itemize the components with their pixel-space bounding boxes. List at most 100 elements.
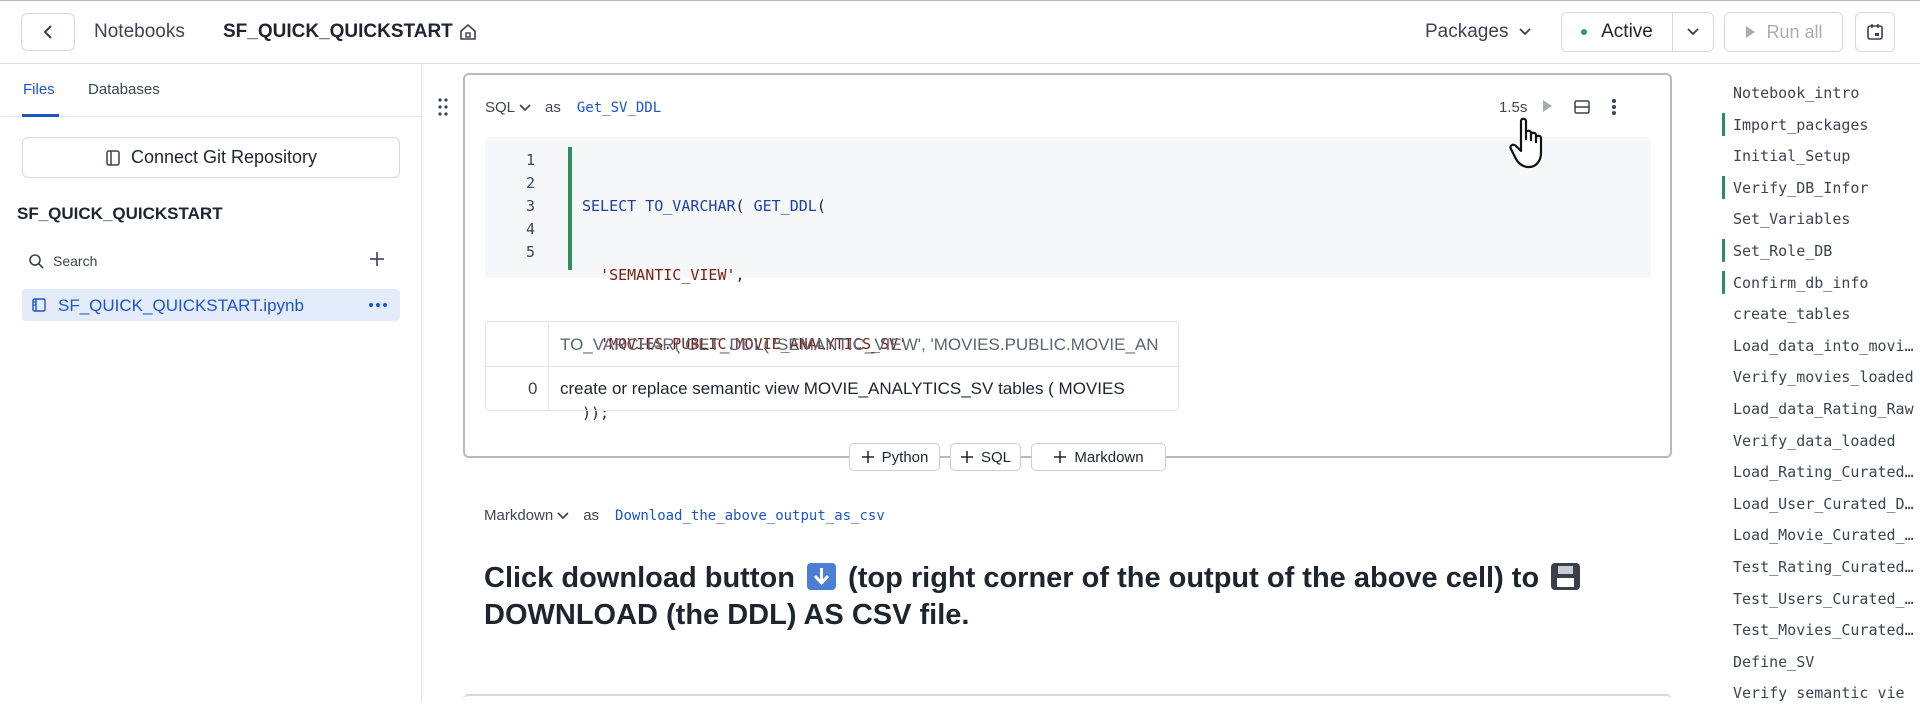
play-icon — [1543, 100, 1552, 112]
result-column-header[interactable]: TO_VARCHAR( GET_DDL( 'SEMANTIC_VIEW', 'M… — [560, 335, 1159, 355]
sql-cell[interactable]: SQL as Get_SV_DDL 1.5s 1 2 3 4 5 SELECT … — [463, 73, 1672, 458]
result-table: TO_VARCHAR( GET_DDL( 'SEMANTIC_VIEW', 'M… — [485, 321, 1179, 411]
packages-dropdown[interactable]: Packages — [1425, 21, 1532, 43]
code-punctuation: , — [735, 266, 745, 284]
outline-item[interactable]: Set_Variables — [1733, 210, 1920, 228]
schedule-button[interactable] — [1855, 12, 1895, 52]
connect-git-label: Connect Git Repository — [130, 147, 318, 167]
add-sql-cell-button[interactable]: SQL — [950, 443, 1021, 471]
plus-icon — [1054, 451, 1067, 463]
add-cell-row: Python SQL Markdown — [463, 443, 1672, 471]
code-editor[interactable]: 1 2 3 4 5 SELECT TO_VARCHAR( GET_DDL( 'S… — [485, 137, 1651, 422]
add-file-button[interactable] — [368, 250, 386, 273]
outline-item[interactable]: Verify_movies_loaded — [1733, 368, 1920, 386]
next-cell-border — [463, 694, 1672, 704]
outline-item[interactable]: Notebook_intro — [1733, 84, 1920, 102]
more-vertical-icon[interactable] — [1610, 98, 1618, 121]
session-status-control[interactable]: Active — [1561, 12, 1714, 52]
markdown-text-part3: DOWNLOAD (the DDL) AS CSV file. — [484, 599, 970, 631]
status-dot-icon — [1581, 29, 1588, 35]
function-get-ddl: GET_DDL — [753, 197, 817, 215]
chevron-down-icon — [1687, 28, 1699, 36]
tab-databases[interactable]: Databases — [88, 81, 160, 98]
active-tab-indicator — [22, 114, 59, 117]
plus-icon — [370, 252, 384, 266]
code-line-2: 'SEMANTIC_VIEW', — [582, 264, 907, 287]
outline-item[interactable]: Test_Users_Curated_… — [1733, 590, 1920, 608]
run-cell-button[interactable] — [1540, 98, 1554, 119]
outline-item[interactable]: Initial_Setup — [1733, 147, 1920, 165]
notebook-main: SQL as Get_SV_DDL 1.5s 1 2 3 4 5 SELECT … — [422, 64, 1682, 701]
project-name: SF_QUICK_QUICKSTART — [17, 204, 223, 223]
outline-item[interactable]: Set_Role_DB — [1733, 242, 1920, 260]
add-python-label: Python — [881, 448, 929, 466]
markdown-language-dropdown[interactable]: Markdown — [484, 507, 569, 524]
add-markdown-cell-button[interactable]: Markdown — [1031, 443, 1166, 471]
hand-cursor-icon — [1509, 117, 1551, 176]
cell-language-dropdown[interactable]: SQL — [485, 99, 531, 116]
breadcrumb-notebooks[interactable]: Notebooks — [94, 21, 185, 43]
outline-item[interactable]: Load_User_Curated_D… — [1733, 495, 1920, 513]
sidebar: Files Databases Connect Git Repository S… — [0, 64, 422, 701]
markdown-rendered-text[interactable]: Click download button (top right corner … — [484, 560, 1634, 634]
outline-item[interactable]: Test_Movies_Curated… — [1733, 621, 1920, 639]
outline-item[interactable]: Test_Rating_Curated… — [1733, 558, 1920, 576]
cell-language: SQL — [485, 99, 516, 116]
session-status-dropdown[interactable] — [1673, 27, 1713, 37]
session-status-button[interactable]: Active — [1562, 13, 1673, 51]
chevron-down-icon — [519, 103, 531, 111]
cell-header: SQL as Get_SV_DDL — [485, 99, 661, 116]
add-markdown-label: Markdown — [1074, 448, 1144, 466]
search-icon — [29, 254, 44, 269]
markdown-text-part1: Click download button — [484, 562, 795, 594]
function-to-varchar: TO_VARCHAR — [645, 197, 736, 215]
back-button[interactable] — [21, 13, 75, 51]
home-icon[interactable] — [459, 23, 477, 46]
download-arrow-icon — [806, 563, 836, 590]
markdown-cell-name[interactable]: Download_the_above_output_as_csv — [615, 508, 885, 524]
markdown-text-part2: (top right corner of the output of the a… — [848, 562, 1540, 594]
add-python-cell-button[interactable]: Python — [849, 443, 940, 471]
line-number: 4 — [525, 220, 535, 238]
markdown-cell-language: Markdown — [484, 507, 554, 524]
more-horizontal-icon[interactable] — [367, 296, 389, 319]
notebook-file-icon — [31, 297, 47, 318]
outline-item[interactable]: Load_data_Rating_Raw — [1733, 400, 1920, 418]
outline-item[interactable]: Import_packages — [1733, 116, 1920, 134]
outline-active-marker — [1722, 112, 1725, 136]
chevron-down-icon — [1519, 28, 1532, 36]
markdown-as-label: as — [583, 507, 600, 524]
line-number: 5 — [525, 243, 535, 261]
file-name: SF_QUICK_QUICKSTART.ipynb — [58, 296, 304, 315]
search-placeholder: Search — [53, 253, 98, 269]
floppy-disk-icon — [1551, 563, 1581, 590]
outline-item[interactable]: Verify_semantic_vie — [1733, 684, 1920, 701]
outline-item[interactable]: Load_Rating_Curated… — [1733, 463, 1920, 481]
plus-icon — [861, 451, 874, 463]
session-status-label: Active — [1601, 21, 1653, 42]
connect-git-button[interactable]: Connect Git Repository — [22, 137, 400, 178]
outline-item[interactable]: Define_SV — [1733, 653, 1920, 671]
cell-outline: Notebook_intro Import_packages Initial_Set… — [1682, 64, 1920, 701]
outline-item[interactable]: Confirm_db_info — [1733, 274, 1920, 292]
tab-files[interactable]: Files — [23, 81, 55, 98]
calendar-icon — [1867, 24, 1883, 40]
split-view-icon[interactable] — [1573, 99, 1591, 120]
run-all-button[interactable]: Run all — [1724, 12, 1843, 52]
outline-item[interactable]: Load_Movie_Curated_… — [1733, 526, 1920, 544]
outline-item[interactable]: Verify_DB_Infor — [1733, 179, 1920, 197]
outline-item[interactable]: Load_data_into_movi… — [1733, 337, 1920, 355]
run-all-label: Run all — [1766, 21, 1823, 42]
cell-name[interactable]: Get_SV_DDL — [577, 100, 661, 116]
result-row-index: 0 — [528, 379, 538, 398]
result-cell[interactable]: create or replace semantic view MOVIE_AN… — [560, 379, 1125, 399]
keyword-select: SELECT — [582, 197, 637, 215]
code-punctuation: ( — [735, 197, 754, 215]
file-item[interactable]: SF_QUICK_QUICKSTART.ipynb — [22, 289, 400, 321]
outline-item[interactable]: create_tables — [1733, 305, 1920, 323]
add-sql-label: SQL — [980, 448, 1011, 466]
drag-handle-icon[interactable] — [437, 97, 449, 122]
file-search[interactable]: Search — [28, 253, 97, 269]
outline-item[interactable]: Verify_data_loaded — [1733, 432, 1920, 450]
